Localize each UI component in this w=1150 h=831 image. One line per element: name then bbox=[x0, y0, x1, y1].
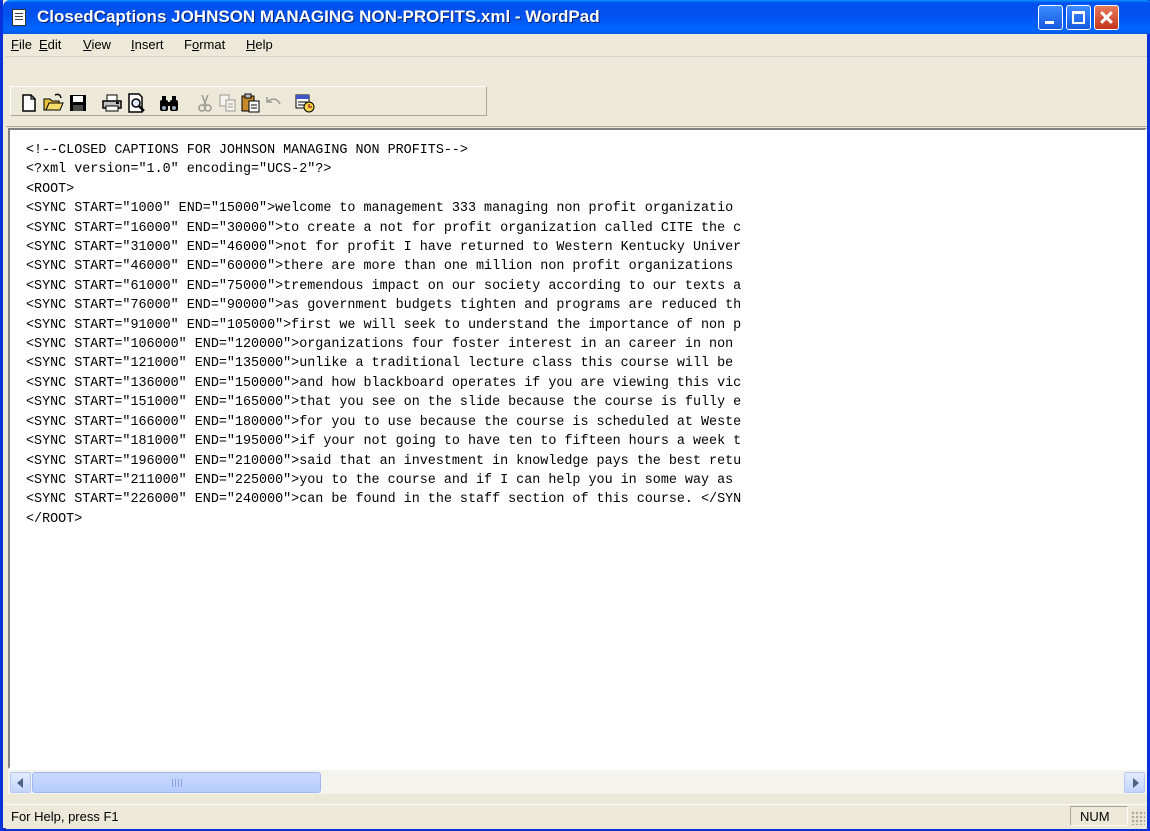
close-button[interactable] bbox=[1094, 5, 1119, 30]
menu-help[interactable]: Help bbox=[246, 37, 273, 52]
copy-icon[interactable] bbox=[217, 92, 239, 114]
document-editor[interactable]: <!--CLOSED CAPTIONS FOR JOHNSON MANAGING… bbox=[8, 128, 1147, 769]
text-line: <SYNC START="181000" END="195000">if you… bbox=[26, 434, 742, 450]
text-line: <SYNC START="46000" END="60000">there ar… bbox=[26, 259, 734, 275]
title-bar[interactable]: ClosedCaptions JOHNSON MANAGING NON-PROF… bbox=[3, 0, 1150, 34]
cut-icon[interactable] bbox=[194, 92, 216, 114]
scroll-right-button[interactable] bbox=[1124, 772, 1145, 793]
resize-grip-icon[interactable] bbox=[1131, 811, 1145, 825]
minimize-button[interactable] bbox=[1038, 5, 1063, 30]
text-line: <SYNC START="61000" END="75000">tremendo… bbox=[26, 278, 742, 294]
print-icon[interactable] bbox=[101, 92, 123, 114]
open-icon[interactable] bbox=[42, 92, 64, 114]
new-icon[interactable] bbox=[18, 92, 40, 114]
menu-insert[interactable]: Insert bbox=[131, 37, 164, 52]
text-line: <!--CLOSED CAPTIONS FOR JOHNSON MANAGING… bbox=[26, 143, 468, 158]
undo-icon[interactable] bbox=[263, 92, 285, 114]
menu-format[interactable]: Format bbox=[184, 37, 225, 52]
menu-edit[interactable]: Edit bbox=[39, 37, 61, 52]
paste-icon[interactable] bbox=[240, 92, 262, 114]
print-preview-icon[interactable] bbox=[125, 92, 147, 114]
find-icon[interactable] bbox=[158, 92, 180, 114]
text-line: <SYNC START="1000" END="15000">welcome t… bbox=[26, 201, 734, 217]
scroll-thumb[interactable] bbox=[32, 772, 321, 793]
text-line: <SYNC START="31000" END="46000">not for … bbox=[26, 240, 742, 256]
status-bar: For Help, press F1 NUM bbox=[6, 804, 1147, 829]
text-line: <SYNC START="106000" END="120000">organi… bbox=[26, 337, 734, 353]
window-title: ClosedCaptions JOHNSON MANAGING NON-PROF… bbox=[37, 7, 600, 26]
menu-view[interactable]: View bbox=[83, 37, 111, 52]
num-lock-indicator: NUM bbox=[1070, 806, 1128, 826]
date-time-icon[interactable] bbox=[294, 92, 316, 114]
text-line: <SYNC START="151000" END="165000">that y… bbox=[26, 395, 742, 411]
menu-bar: File Edit View Insert Format Help bbox=[6, 34, 1147, 57]
wordpad-window: ClosedCaptions JOHNSON MANAGING NON-PROF… bbox=[0, 0, 1150, 831]
menu-file[interactable]: File bbox=[11, 37, 32, 52]
text-line: <SYNC START="226000" END="240000">can be… bbox=[26, 492, 742, 508]
text-line: <SYNC START="91000" END="105000">first w… bbox=[26, 317, 742, 333]
text-line: <?xml version="1.0" encoding="UCS-2"?> bbox=[26, 162, 332, 178]
text-line: <SYNC START="196000" END="210000">said t… bbox=[26, 453, 742, 469]
wordpad-document-icon[interactable] bbox=[12, 9, 26, 26]
text-line: <SYNC START="121000" END="135000">unlike… bbox=[26, 356, 734, 372]
save-icon[interactable] bbox=[67, 92, 89, 114]
text-line: <SYNC START="166000" END="180000">for yo… bbox=[26, 414, 742, 430]
text-line: <ROOT> bbox=[26, 181, 75, 197]
toolbar bbox=[6, 58, 1147, 127]
text-line: <SYNC START="16000" END="30000">to creat… bbox=[26, 220, 742, 236]
scroll-left-button[interactable] bbox=[10, 772, 31, 793]
maximize-button[interactable] bbox=[1066, 5, 1091, 30]
text-line: <SYNC START="136000" END="150000">and ho… bbox=[26, 375, 742, 391]
status-help-text: For Help, press F1 bbox=[11, 809, 119, 824]
text-line: </ROOT> bbox=[26, 511, 83, 527]
text-line: <SYNC START="211000" END="225000">you to… bbox=[26, 472, 734, 488]
text-line: <SYNC START="76000" END="90000">as gover… bbox=[26, 298, 742, 314]
document-text[interactable]: <!--CLOSED CAPTIONS FOR JOHNSON MANAGING… bbox=[26, 141, 741, 529]
horizontal-scrollbar[interactable] bbox=[8, 769, 1147, 794]
